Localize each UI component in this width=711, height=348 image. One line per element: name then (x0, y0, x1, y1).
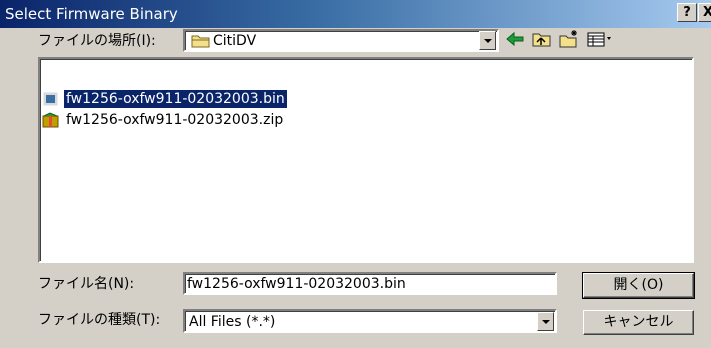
view-menu-icon[interactable] (586, 29, 614, 49)
help-button[interactable]: ? (677, 3, 697, 22)
look-in-combo[interactable]: CitiDV (183, 29, 499, 52)
open-button[interactable]: 開く(O) (582, 272, 695, 299)
folder-icon (191, 35, 210, 48)
filetype-label: ファイルの種類(T): (38, 312, 161, 328)
select-firmware-dialog: Select Firmware Binary ? X ファイルの場所(I): C… (0, 0, 711, 348)
filetype-combo[interactable]: All Files (*.*) (183, 309, 557, 333)
up-folder-icon[interactable] (531, 29, 553, 49)
file-name: fw1256-oxfw911-02032003.bin (63, 89, 288, 109)
bin-file-icon (42, 91, 59, 107)
filetype-dropdown-button[interactable] (537, 312, 554, 331)
close-button[interactable]: X (698, 3, 711, 22)
back-arrow-icon[interactable] (504, 29, 526, 49)
cancel-button[interactable]: キャンセル (583, 310, 694, 335)
file-list[interactable]: fw1256-oxfw911-02032003.bin fw1256-oxfw9… (38, 57, 694, 263)
filename-input[interactable]: fw1256-oxfw911-02032003.bin (183, 272, 557, 295)
filetype-value: All Files (*.*) (189, 314, 276, 330)
look-in-label: ファイルの場所(I): (38, 33, 156, 49)
filename-label: ファイル名(N): (38, 276, 135, 292)
filename-value: fw1256-oxfw911-02032003.bin (187, 276, 406, 292)
look-in-value: CitiDV (213, 33, 257, 49)
new-folder-icon[interactable] (558, 29, 580, 49)
title-bar[interactable]: Select Firmware Binary ? X (0, 0, 711, 28)
zip-file-icon (42, 112, 59, 128)
look-in-dropdown-button[interactable] (479, 31, 496, 50)
file-name: fw1256-oxfw911-02032003.zip (66, 112, 284, 128)
window-title: Select Firmware Binary (5, 5, 178, 23)
